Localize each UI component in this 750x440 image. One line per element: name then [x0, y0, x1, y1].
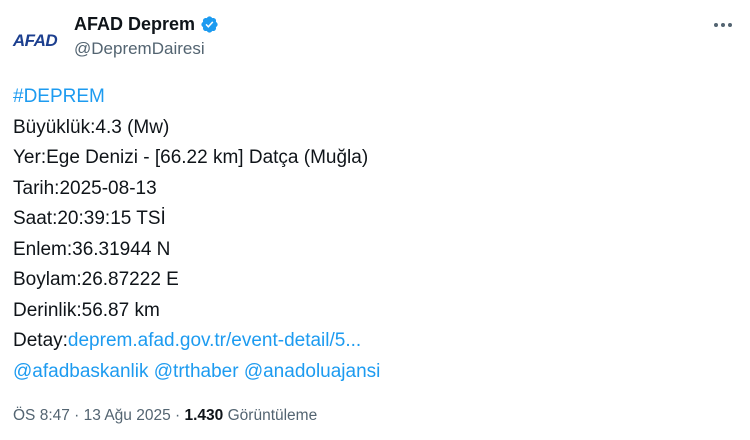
views-label: Görüntüleme [227, 407, 318, 424]
handle[interactable]: @DepremDairesi [74, 39, 219, 59]
meta-separator: · [69, 407, 84, 424]
location-line: Yer:Ege Denizi - [66.22 km] Datça (Muğla… [13, 147, 369, 168]
latitude-line: Enlem:36.31944 N [13, 238, 171, 260]
depth-line: Derinlik:56.87 km [13, 299, 160, 321]
tweet-text: #DEPREM Büyüklük:4.3 (Mw) Yer:Ege Denizi… [13, 82, 380, 387]
tweet: AFAD AFAD Deprem @DepremDairesi #DEPREM … [0, 0, 750, 440]
verified-badge-icon [201, 15, 218, 33]
magnitude-line: Büyüklük:4.3 (Mw) [13, 116, 170, 138]
author-block: AFAD Deprem @DepremDairesi [74, 12, 219, 59]
more-options-icon [714, 23, 732, 27]
name-row: AFAD Deprem [74, 12, 219, 36]
mention-afadbaskanlik[interactable]: @afadbaskanlik [13, 361, 148, 382]
detail-line: Detay:deprem.afad.gov.tr/event-detail/5.… [13, 326, 380, 357]
views-count: 1.430 [184, 407, 224, 424]
post-time[interactable]: ÖS 8:47 [13, 407, 70, 424]
detail-label: Detay: [13, 330, 68, 351]
avatar[interactable]: AFAD [10, 16, 60, 66]
hashtag-link[interactable]: #DEPREM [13, 86, 105, 107]
meta-separator: · [170, 407, 185, 424]
time-line: Saat:20:39:15 TSİ [13, 208, 166, 229]
more-options-button[interactable] [710, 12, 736, 38]
mentions-line: @afadbaskanlik @trthaber @anadoluajansi [13, 357, 380, 388]
post-date[interactable]: 13 Ağu 2025 [84, 407, 171, 424]
date-line: Tarih:2025-08-13 [13, 177, 157, 199]
longitude-line: Boylam:26.87222 E [13, 269, 179, 290]
tweet-meta: ÖS 8:47 · 13 Ağu 2025 · 1.430 Görüntülem… [13, 407, 317, 425]
mention-anadoluajansi[interactable]: @anadoluajansi [244, 361, 381, 382]
display-name[interactable]: AFAD Deprem [74, 14, 195, 35]
detail-link[interactable]: deprem.afad.gov.tr/event-detail/5... [68, 330, 361, 351]
avatar-logo-text: AFAD [12, 31, 58, 50]
mention-trthaber[interactable]: @trthaber [154, 361, 239, 382]
